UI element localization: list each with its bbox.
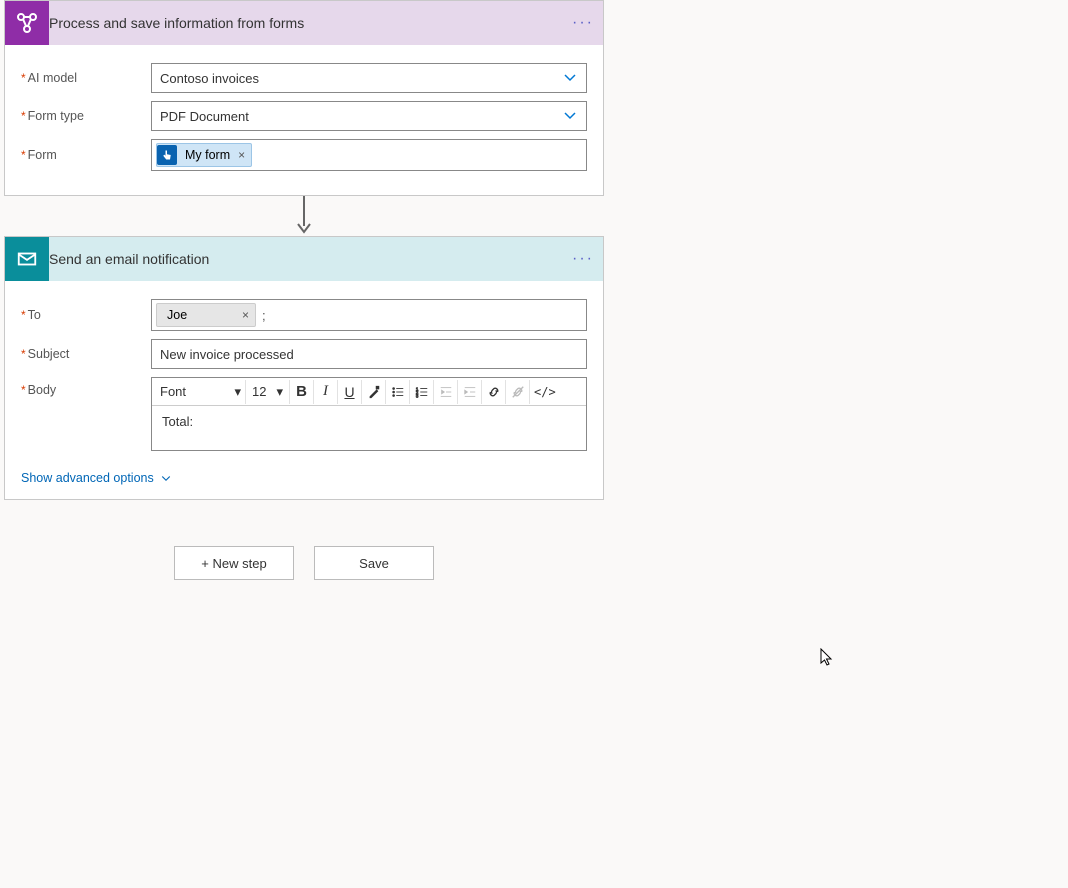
number-list-button[interactable]: 123 — [410, 380, 434, 404]
step2-menu-button[interactable]: ··· — [563, 250, 603, 268]
italic-button[interactable]: I — [314, 380, 338, 404]
body-textarea[interactable]: Total: — [152, 406, 586, 450]
form-row: *Form My form × — [21, 139, 587, 171]
font-family-select[interactable]: Font▾ — [156, 380, 246, 404]
to-input[interactable]: Joe × ; — [151, 299, 587, 331]
form-type-value: PDF Document — [160, 109, 249, 124]
step1-header[interactable]: Process and save information from forms … — [5, 1, 603, 45]
step-process-forms: Process and save information from forms … — [4, 0, 604, 196]
unlink-button[interactable] — [506, 380, 530, 404]
chevron-down-icon — [562, 69, 578, 88]
bold-button[interactable]: B — [290, 380, 314, 404]
body-label: *Body — [21, 377, 151, 397]
underline-button[interactable]: U — [338, 380, 362, 404]
svg-text:3: 3 — [415, 393, 418, 398]
font-color-button[interactable] — [362, 380, 386, 404]
step-send-email: Send an email notification ··· *To Joe ×… — [4, 236, 604, 500]
outdent-button[interactable] — [434, 380, 458, 404]
to-token-text: Joe — [163, 308, 191, 322]
to-row: *To Joe × ; — [21, 299, 587, 331]
rte-toolbar: Font▾ 12▾ B I U — [152, 378, 586, 406]
link-button[interactable] — [482, 380, 506, 404]
form-type-select[interactable]: PDF Document — [151, 101, 587, 131]
arrow-down-icon — [294, 196, 314, 236]
chevron-down-icon — [160, 472, 172, 484]
mail-icon — [5, 237, 49, 281]
remove-token-icon[interactable]: × — [238, 308, 253, 322]
step2-header[interactable]: Send an email notification ··· — [5, 237, 603, 281]
body-row: *Body Font▾ 12▾ B I U — [21, 377, 587, 451]
step1-body: *AI model Contoso invoices *Form type PD… — [5, 45, 603, 195]
bullet-list-button[interactable] — [386, 380, 410, 404]
form-label: *Form — [21, 148, 151, 162]
remove-token-icon[interactable]: × — [234, 148, 249, 162]
subject-label: *Subject — [21, 347, 151, 361]
to-token[interactable]: Joe × — [156, 303, 256, 327]
form-input[interactable]: My form × — [151, 139, 587, 171]
subject-input[interactable] — [151, 339, 587, 369]
form-type-label: *Form type — [21, 109, 151, 123]
form-token[interactable]: My form × — [156, 143, 252, 167]
ai-model-row: *AI model Contoso invoices — [21, 63, 587, 93]
footer-buttons: + New step Save — [174, 546, 1068, 580]
to-label: *To — [21, 308, 151, 322]
new-step-button[interactable]: + New step — [174, 546, 294, 580]
ai-model-value: Contoso invoices — [160, 71, 259, 86]
show-advanced-options[interactable]: Show advanced options — [5, 463, 603, 499]
save-button[interactable]: Save — [314, 546, 434, 580]
chevron-down-icon — [562, 107, 578, 126]
indent-button[interactable] — [458, 380, 482, 404]
step2-title: Send an email notification — [49, 251, 563, 267]
ai-model-label: *AI model — [21, 71, 151, 85]
code-view-button[interactable]: </> — [530, 380, 560, 404]
flow-connector — [4, 196, 604, 236]
step1-title: Process and save information from forms — [49, 15, 563, 31]
step1-menu-button[interactable]: ··· — [563, 14, 603, 32]
ai-model-select[interactable]: Contoso invoices — [151, 63, 587, 93]
mouse-cursor-icon — [820, 648, 836, 668]
subject-row: *Subject — [21, 339, 587, 369]
recipient-separator: ; — [258, 308, 270, 323]
font-size-select[interactable]: 12▾ — [246, 380, 290, 404]
ai-builder-icon — [5, 1, 49, 45]
step2-body: *To Joe × ; *Subject *Body — [5, 281, 603, 463]
form-type-row: *Form type PDF Document — [21, 101, 587, 131]
body-editor: Font▾ 12▾ B I U — [151, 377, 587, 451]
form-token-text: My form — [181, 148, 234, 162]
touch-icon — [157, 145, 177, 165]
